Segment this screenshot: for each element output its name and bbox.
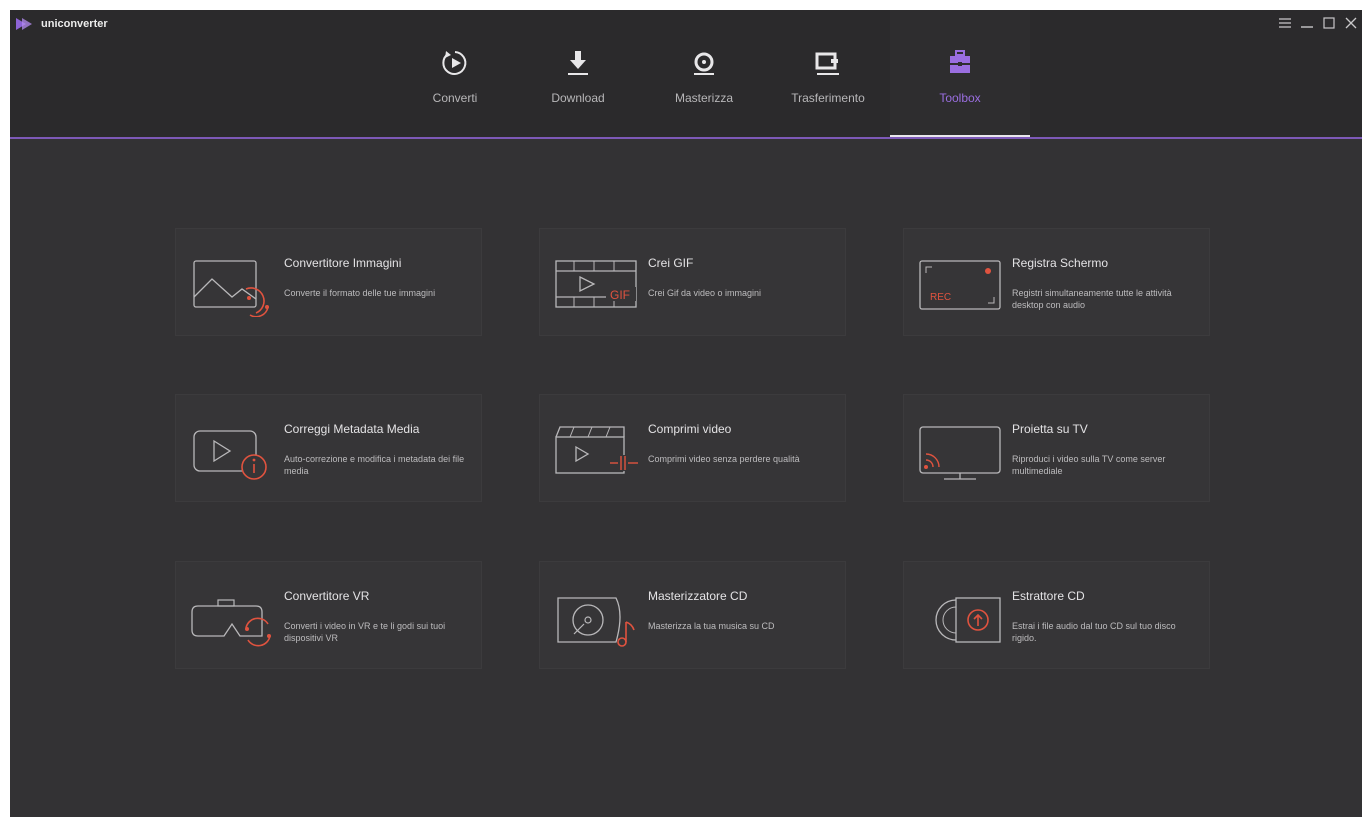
tab-label: Trasferimento xyxy=(791,91,865,105)
tool-description: Registri simultaneamente tutte le attivi… xyxy=(1012,288,1172,310)
tool-card-vr-converter[interactable]: Convertitore VR Converti i video in VR e… xyxy=(175,561,482,669)
screen-recorder-icon: REC xyxy=(918,251,1004,317)
video-compress-icon xyxy=(554,417,640,483)
tool-description: Converti i video in VR e te li godi sui … xyxy=(284,621,446,643)
tool-description: Estrai i file audio dal tuo CD sul tuo d… xyxy=(1012,621,1176,643)
cd-burner-icon xyxy=(554,584,640,650)
tool-card-cast-to-tv[interactable]: Proietta su TV Riproduci i video sulla T… xyxy=(903,394,1210,502)
toolbox-icon xyxy=(945,48,975,78)
logo-icon xyxy=(16,18,32,30)
tool-title: Comprimi video xyxy=(648,422,732,436)
cast-to-tv-icon xyxy=(918,417,1004,483)
app-name: uniconverter xyxy=(41,18,108,30)
tool-description: Crei Gif da video o immagini xyxy=(648,288,762,298)
tool-description: Comprimi video senza perdere qualità xyxy=(648,454,800,464)
tab-toolbox[interactable]: Toolbox xyxy=(890,10,1030,138)
tool-description: Auto-correzione e modifica i metadata de… xyxy=(284,454,465,476)
app-window: uniconverter Converti Download Masterizz… xyxy=(10,10,1362,817)
tool-title: Proietta su TV xyxy=(1012,422,1088,436)
tab-label: Masterizza xyxy=(674,91,733,105)
tool-description: Riproduci i video sulla TV come server m… xyxy=(1012,454,1166,476)
top-toolbar: uniconverter Converti Download Masterizz… xyxy=(10,10,1362,138)
vr-converter-icon xyxy=(190,584,276,650)
window-controls xyxy=(1274,10,1362,36)
close-icon[interactable] xyxy=(1340,10,1362,36)
tool-title: Registra Schermo xyxy=(1012,256,1109,270)
tab-label: Toolbox xyxy=(939,91,981,105)
tool-title: Estrattore CD xyxy=(1012,589,1085,603)
tool-card-metadata-fix[interactable]: Correggi Metadata Media Auto-correzione … xyxy=(175,394,482,502)
tool-card-image-converter[interactable]: Convertitore Immagini Converte il format… xyxy=(175,228,482,336)
tab-label: Download xyxy=(551,91,605,105)
tool-card-video-compress[interactable]: Comprimi video Comprimi video senza perd… xyxy=(539,394,846,502)
tool-description: Converte il formato delle tue immagini xyxy=(284,288,436,298)
image-converter-icon xyxy=(190,251,276,317)
tool-card-cd-ripper[interactable]: Estrattore CD Estrai i file audio dal tu… xyxy=(903,561,1210,669)
burn-disc-icon xyxy=(689,48,719,78)
tab-label: Converti xyxy=(432,91,478,105)
maximize-icon[interactable] xyxy=(1318,10,1340,36)
download-icon xyxy=(563,48,593,78)
tool-description: Masterizza la tua musica su CD xyxy=(648,621,775,631)
convert-play-icon xyxy=(440,48,470,78)
gif-label: GIF xyxy=(610,288,630,302)
tool-title: Crei GIF xyxy=(648,256,694,270)
tool-title: Masterizzatore CD xyxy=(648,589,748,603)
header-accent-line xyxy=(10,137,1362,139)
menu-icon[interactable] xyxy=(1274,10,1296,36)
tool-card-screen-recorder[interactable]: REC Registra Schermo Registri simultanea… xyxy=(903,228,1210,336)
tool-title: Convertitore VR xyxy=(284,589,370,603)
tool-title: Convertitore Immagini xyxy=(284,256,402,270)
tool-card-gif-maker[interactable]: GIF Crei GIF Crei Gif da video o immagin… xyxy=(539,228,846,336)
tool-card-cd-burner[interactable]: Masterizzatore CD Masterizza la tua musi… xyxy=(539,561,846,669)
transfer-icon xyxy=(813,48,843,78)
metadata-fix-icon xyxy=(190,417,276,483)
tool-title: Correggi Metadata Media xyxy=(284,422,420,436)
tab-masterizza[interactable]: Masterizza xyxy=(652,10,756,137)
minimize-icon[interactable] xyxy=(1296,10,1318,36)
tab-converti[interactable]: Converti xyxy=(404,10,506,137)
cd-ripper-icon xyxy=(918,584,1004,650)
rec-label: REC xyxy=(930,292,951,303)
tab-download[interactable]: Download xyxy=(528,10,628,137)
tab-trasferimento[interactable]: Trasferimento xyxy=(770,10,886,137)
gif-maker-icon: GIF xyxy=(554,251,640,317)
brand: uniconverter xyxy=(15,17,108,31)
